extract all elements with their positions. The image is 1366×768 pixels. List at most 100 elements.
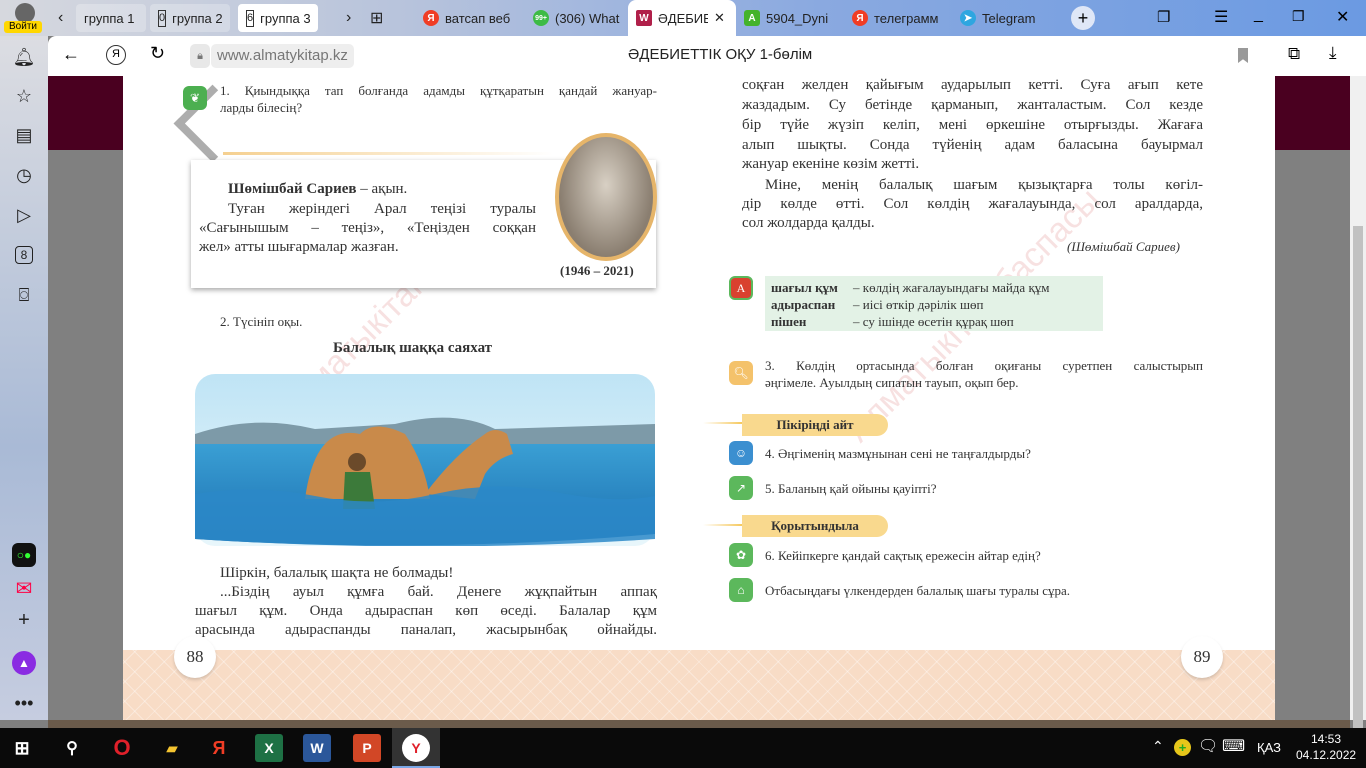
counter-8-icon[interactable]: 8 [14,246,34,264]
tab-bar: Войти ‹ группа 1 0 группа 2 6 группа 3 › ⊞… [0,0,1366,36]
tab-watsap[interactable]: Яватсап веб [415,4,525,32]
home-icon: ⌂ [729,578,753,602]
background-banner [48,76,123,150]
history-clock-icon[interactable]: ◷ [12,163,36,187]
bookmarks-panel-icon[interactable]: ❐ [1157,8,1170,26]
page-number: 89 [1181,636,1223,678]
bookmark-icon[interactable] [1238,48,1248,63]
book-spread: Алматыкітап баспасы Алматыкітап баспасы … [123,76,1275,720]
background-banner [1275,76,1350,150]
tab-group-2[interactable]: 0 группа 2 [150,4,230,32]
tab-label: телеграмм [874,10,939,26]
search-icon[interactable]: ⚲ [58,734,86,762]
story-title: Балалық шаққа саяхат [333,340,493,356]
opera-icon[interactable]: O [108,734,136,762]
tab-telegramm[interactable]: Ятелеграмм [844,4,952,32]
tab-group-label: группа 2 [172,10,223,26]
minimize-button[interactable]: _ [1254,6,1263,24]
lock-icon[interactable]: 🔒︎ [190,44,210,68]
tab-group-1[interactable]: группа 1 [76,4,146,32]
next-page-preview [48,720,1350,728]
whatsapp-icon: 99+ [533,10,549,26]
tab-group-label: группа 1 [84,10,135,26]
story-text-line: бір түйе жүзіп келіп, мені өркешіне отыр… [742,117,1203,133]
tab-active-book[interactable]: W ӘДЕБИЕ ✕ [628,0,736,36]
family-task: Отбасыңдағы үлкендерден балалық шағы тур… [765,583,1071,598]
bell-icon[interactable]: 🔔︎ [12,45,36,69]
tab-label: ватсап веб [445,10,511,26]
plant-icon: ❦ [183,86,207,110]
tab-label: 5904_Dyni [766,10,829,26]
play-icon[interactable]: ▷ [12,203,36,227]
story-text-line: жануар екеніне көзім жетті. [742,156,920,172]
windows-start-icon[interactable]: ⊞ [8,734,36,762]
page-footer: 88 89 [123,636,1275,720]
browser-sidebar: 🔔︎ ☆ ▤ ◷ ▷ 8 ⌼ ○● ✉ + ▲ ••• [0,36,48,720]
tabs-scroll-right-button[interactable]: › [338,4,359,32]
show-hidden-icons[interactable]: ⌃ [1152,738,1164,755]
section-label: Пікіріңді айт [742,414,888,436]
magnifier-icon: 🔍︎ [729,361,753,385]
back-button[interactable]: ← [62,44,80,65]
story-illustration-camel [195,374,655,546]
alice-app-icon[interactable]: ○● [12,543,36,567]
star-icon[interactable]: ☆ [12,84,36,108]
url-field[interactable]: www.almatykitap.kz [211,44,354,68]
scrollbar[interactable] [1350,76,1366,736]
download-icon[interactable]: ⤓ [1329,43,1337,63]
tab-dyni[interactable]: A 5904_Dyni [736,4,844,32]
question-6: 6. Кейіпкерге қандай сақтық ережесін айт… [765,548,1041,563]
author-name: Шөмішбай Сариев [228,181,357,197]
question-4: 4. Әңгіменің мазмұнынан сені не таңғалды… [765,446,1031,461]
question-5: 5. Баланың қай ойыны қауіпті? [765,481,937,496]
group-count: 6 [246,9,255,27]
extensions-icon[interactable]: ⧉ [1288,44,1300,64]
yandex-home-button[interactable]: Я [106,45,126,65]
tab-group-3[interactable]: 6 группа 3 [238,4,318,32]
story-text-line: арасында адыраспанды паналап, жасырынбақ… [195,622,657,638]
glossary-def: – су ішінде өсетін құрақ шөп [853,314,1014,329]
bio-line: жел» атты шығармалар жазған. [199,239,399,255]
mail-icon[interactable]: ✉ [12,576,36,600]
scrollbar-thumb[interactable] [1353,226,1363,736]
keyboard-icon[interactable]: ⌨ [1222,736,1245,756]
tab-group-label: группа 3 [260,10,311,26]
story-text-line: соқған желден қайығым аударылып кетті. С… [742,77,1203,93]
new-group-icon[interactable]: ⊞ [362,4,391,32]
language-indicator[interactable]: ҚАЗ [1257,740,1281,755]
login-button[interactable]: Войти [4,21,42,33]
story-author: (Шөмішбай Сариев) [1067,239,1180,254]
menu-icon[interactable]: ☰ [1214,7,1228,27]
story-text-line: ...Біздің ауыл құмға бай. Денеге жұқпайт… [220,584,657,600]
yandex-browser-taskbar-button[interactable]: Y [392,728,440,768]
collections-icon[interactable]: ▤ [12,123,36,147]
alert-icon: ↗ [729,476,753,500]
more-icon[interactable]: ••• [12,691,36,715]
close-tab-icon[interactable]: ✕ [714,10,725,26]
clock[interactable]: 14:53 04.12.2022 [1296,731,1356,763]
tab-telegram[interactable]: ➤ Telegram [952,4,1052,32]
add-panel-icon[interactable]: + [12,608,36,632]
alice-icon[interactable]: ▲ [12,651,36,675]
tray-app-icon[interactable]: + [1174,739,1191,756]
reload-button[interactable]: ↻ [150,43,165,64]
bio-line: Туған жеріндегі Арал теңізі туралы [228,201,536,217]
question-3: әңгімеле. Ауылдың сипатын тауып, оқып бе… [765,375,1019,390]
notifications-icon[interactable]: 🗨︎ [1198,736,1218,756]
section-line [703,422,743,424]
tab-whatsapp[interactable]: 99+ (306) What [525,4,630,32]
file-explorer-icon[interactable]: ▰ [158,734,186,762]
yandex-icon: Я [423,10,439,26]
close-window-button[interactable]: ✕ [1336,7,1349,27]
yandex-icon[interactable]: Я [205,734,233,762]
story-text-line: жаздадым. Су бетінде қарманып, жанталаст… [742,97,1203,113]
tabs-scroll-left-button[interactable]: ‹ [50,4,71,32]
excel-icon[interactable]: X [255,734,283,762]
powerpoint-icon[interactable]: P [353,734,381,762]
new-tab-button[interactable]: + [1071,6,1095,30]
tab-label: (306) What [555,10,620,26]
word-icon[interactable]: W [303,734,331,762]
screenshot-icon[interactable]: ⌼ [12,283,36,307]
restore-button[interactable]: ❐ [1292,8,1305,25]
section-line [703,524,743,526]
